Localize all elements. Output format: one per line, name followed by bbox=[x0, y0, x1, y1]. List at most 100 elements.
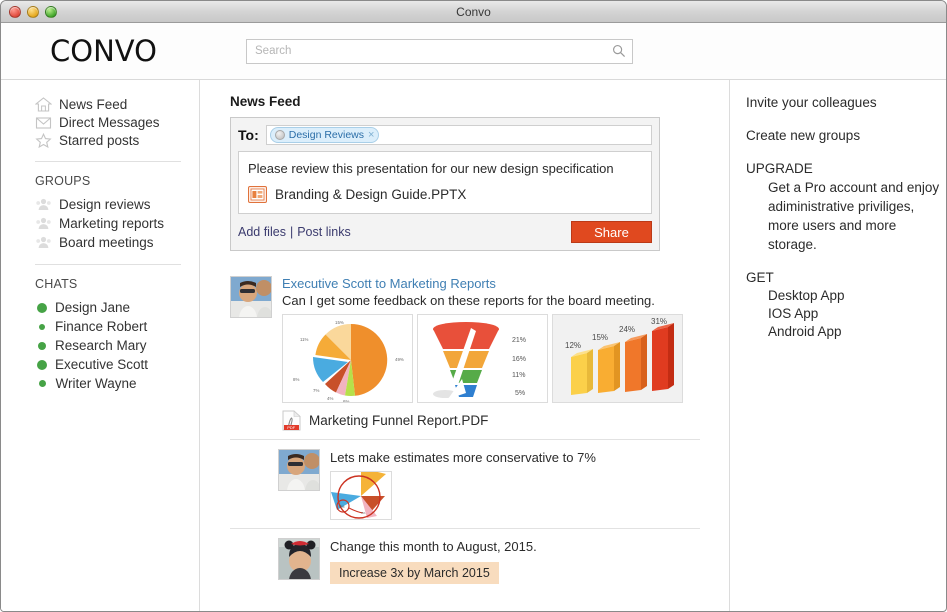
message-text: Please review this presentation for our … bbox=[248, 161, 614, 176]
annotated-pie-chart-thumbnail[interactable]: 8% 7% bbox=[330, 471, 392, 520]
sidebar-label: Starred posts bbox=[59, 132, 140, 148]
sidebar-label: Finance Robert bbox=[55, 319, 148, 334]
post-body: Lets make estimates more conservative to… bbox=[330, 449, 700, 520]
sidebar-item-board-meetings[interactable]: Board meetings bbox=[1, 233, 199, 252]
composer: To: Design Reviews × Please review this … bbox=[230, 117, 660, 251]
svg-text:8%: 8% bbox=[293, 377, 299, 382]
recipient-field[interactable]: Design Reviews × bbox=[265, 125, 652, 145]
bar-chart-thumbnail[interactable]: 12% 15% 24% 31% bbox=[552, 314, 683, 403]
sidebar-label: Design Jane bbox=[55, 300, 131, 315]
sidebar-label: News Feed bbox=[59, 96, 128, 112]
upgrade-title: UPGRADE bbox=[746, 161, 813, 176]
sidebar-item-design-reviews[interactable]: Design reviews bbox=[1, 195, 199, 214]
group-icon bbox=[36, 198, 51, 210]
post-body: Executive Scott to Marketing Reports Can… bbox=[282, 276, 700, 431]
minimize-button[interactable] bbox=[27, 6, 39, 18]
get-ios-app-link[interactable]: IOS App bbox=[746, 305, 946, 323]
get-android-app-link[interactable]: Android App bbox=[746, 323, 946, 341]
sidebar-label: Marketing reports bbox=[59, 216, 165, 231]
post-file-name: Marketing Funnel Report.PDF bbox=[309, 413, 489, 428]
svg-text:11%: 11% bbox=[512, 372, 526, 379]
main-content: News Feed To: Design Reviews × Please re… bbox=[200, 80, 730, 611]
sidebar-item-starred-posts[interactable]: Starred posts bbox=[1, 131, 199, 149]
sidebar-divider-2 bbox=[35, 264, 181, 265]
sidebar-item-finance-robert[interactable]: Finance Robert bbox=[1, 317, 199, 336]
svg-text:12%: 12% bbox=[565, 341, 581, 350]
star-icon bbox=[35, 132, 52, 148]
post-badge[interactable]: Increase 3x by March 2015 bbox=[330, 562, 499, 584]
window-title: Convo bbox=[456, 4, 491, 19]
svg-text:16%: 16% bbox=[512, 356, 526, 363]
window-titlebar: Convo bbox=[1, 1, 946, 23]
app-body: News Feed Direct Messages Starred posts … bbox=[1, 80, 946, 611]
invite-colleagues-link[interactable]: Invite your colleagues bbox=[746, 95, 946, 110]
chip-label: Design Reviews bbox=[288, 129, 365, 141]
sidebar-item-news-feed[interactable]: News Feed bbox=[1, 95, 199, 113]
search-input[interactable] bbox=[246, 38, 633, 64]
pptx-file-icon bbox=[248, 186, 267, 203]
envelope-icon bbox=[35, 116, 52, 129]
svg-text:7%: 7% bbox=[313, 388, 319, 393]
pdf-file-icon: PDF bbox=[282, 410, 301, 431]
feed-post: Lets make estimates more conservative to… bbox=[230, 439, 700, 528]
post-links-link[interactable]: Post links bbox=[297, 225, 351, 239]
sidebar-section-groups-title: GROUPS bbox=[35, 174, 91, 188]
funnel-chart-thumbnail[interactable]: 21% 16% 11% 5% bbox=[417, 314, 548, 403]
sidebar-label: Writer Wayne bbox=[55, 376, 137, 391]
svg-text:PDF: PDF bbox=[287, 425, 296, 430]
avatar[interactable] bbox=[278, 538, 320, 580]
sidebar-item-research-mary[interactable]: Research Mary bbox=[1, 336, 199, 355]
svg-text:11%: 11% bbox=[300, 337, 309, 342]
svg-text:49%: 49% bbox=[395, 357, 404, 362]
group-icon bbox=[36, 217, 51, 229]
svg-text:15%: 15% bbox=[592, 333, 608, 342]
svg-text:5%: 5% bbox=[515, 390, 525, 397]
sidebar-item-direct-messages[interactable]: Direct Messages bbox=[1, 113, 199, 131]
news-feed-list: Executive Scott to Marketing Reports Can… bbox=[230, 267, 700, 592]
avatar[interactable] bbox=[278, 449, 320, 491]
search-icon[interactable] bbox=[612, 44, 626, 58]
right-sidebar: Invite your colleagues Create new groups… bbox=[730, 80, 946, 611]
sidebar-item-writer-wayne[interactable]: Writer Wayne bbox=[1, 374, 199, 393]
search-container bbox=[246, 38, 633, 64]
post-file-attachment[interactable]: PDF Marketing Funnel Report.PDF bbox=[282, 410, 700, 431]
status-dot-online bbox=[38, 341, 46, 350]
svg-text:8%: 8% bbox=[340, 505, 345, 509]
post-text: Change this month to August, 2015. bbox=[330, 539, 537, 554]
right-sidebar-gap bbox=[746, 254, 946, 270]
create-new-groups-link[interactable]: Create new groups bbox=[746, 128, 946, 143]
sidebar-item-marketing-reports[interactable]: Marketing reports bbox=[1, 214, 199, 233]
group-icon bbox=[36, 236, 51, 248]
remove-chip-icon[interactable]: × bbox=[368, 129, 374, 141]
status-dot-away bbox=[39, 323, 45, 330]
sidebar-label: Research Mary bbox=[55, 338, 147, 353]
message-box[interactable]: Please review this presentation for our … bbox=[238, 151, 652, 214]
svg-text:6%: 6% bbox=[343, 399, 349, 403]
sidebar-label: Direct Messages bbox=[59, 114, 160, 130]
add-files-link[interactable]: Add files bbox=[238, 225, 286, 239]
page-title: News Feed bbox=[230, 94, 301, 109]
avatar[interactable] bbox=[230, 276, 272, 318]
close-button[interactable] bbox=[9, 6, 21, 18]
post-text: Lets make estimates more conservative to… bbox=[330, 450, 596, 465]
svg-text:31%: 31% bbox=[651, 317, 667, 326]
post-attachments: 49% 15% 11% 8% 7% 4% 6% 21% 16% 11% 5% 1… bbox=[282, 314, 700, 403]
maximize-button[interactable] bbox=[45, 6, 57, 18]
sidebar-item-executive-scott[interactable]: Executive Scott bbox=[1, 355, 199, 374]
pie-chart-thumbnail[interactable]: 49% 15% 11% 8% 7% 4% 6% bbox=[282, 314, 413, 403]
attachment-name: Branding & Design Guide.PPTX bbox=[275, 187, 467, 202]
get-desktop-app-link[interactable]: Desktop App bbox=[746, 287, 946, 305]
composer-attachment[interactable]: Branding & Design Guide.PPTX bbox=[248, 185, 642, 204]
sidebar-item-design-jane[interactable]: Design Jane bbox=[1, 298, 199, 317]
post-body: Change this month to August, 2015. Incre… bbox=[330, 538, 700, 584]
feed-post: Change this month to August, 2015. Incre… bbox=[230, 528, 700, 592]
convo-logo: CONVO bbox=[50, 34, 157, 68]
recipient-chip-design-reviews[interactable]: Design Reviews × bbox=[269, 127, 380, 143]
composer-footer: Add files | Post links Share bbox=[238, 221, 652, 243]
svg-text:7%: 7% bbox=[361, 511, 366, 515]
sidebar-label: Design reviews bbox=[59, 197, 151, 212]
post-author-line[interactable]: Executive Scott to Marketing Reports bbox=[282, 276, 700, 292]
share-button[interactable]: Share bbox=[571, 221, 652, 243]
group-icon bbox=[274, 130, 285, 140]
svg-text:24%: 24% bbox=[619, 325, 635, 334]
